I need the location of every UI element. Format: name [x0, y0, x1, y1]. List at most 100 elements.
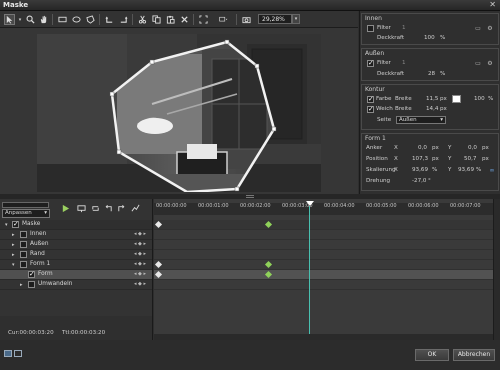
innen-deckkraft-value[interactable]: 100 [424, 35, 435, 41]
track-checkbox[interactable] [20, 231, 27, 238]
track-form-1[interactable]: ▾ Form 1 ◂ ◆ ▸ [0, 260, 152, 270]
monitor-icon[interactable] [76, 203, 87, 214]
keyframe-row[interactable] [154, 240, 493, 250]
keyframe-row[interactable] [154, 280, 493, 290]
link-icon[interactable]: ∞ [488, 167, 496, 174]
keyframe-row[interactable] [154, 250, 493, 260]
select-tool-icon[interactable] [4, 14, 15, 25]
track-checkbox[interactable]: ✓ [12, 221, 19, 228]
expand-icon[interactable]: ▸ [12, 232, 18, 238]
chevron-down-icon[interactable]: ▾ [17, 14, 23, 25]
time-ruler[interactable]: 00:00:00:00 00:00:01:00 00:00:02:00 00:0… [154, 203, 493, 215]
fit-icon[interactable] [198, 14, 209, 25]
camera-icon[interactable] [241, 14, 252, 25]
track-checkbox[interactable] [20, 251, 27, 258]
keyframe-marker[interactable] [154, 220, 163, 229]
cancel-button[interactable]: Abbrechen [453, 349, 495, 361]
fit-dropdown[interactable]: Anpassen ▾ [2, 209, 50, 218]
track-maske[interactable]: ▾ ✓ Maske [0, 220, 152, 230]
layout-icon[interactable] [14, 350, 22, 357]
skalierung-y-value[interactable]: 93,69 [458, 167, 474, 173]
track-umwandeln[interactable]: ▸ Umwandeln ◂ ◆ ▸ [0, 280, 152, 290]
settings-icon[interactable]: ⚙ [486, 25, 494, 32]
keyframe-marker[interactable] [264, 270, 273, 279]
zoom-icon[interactable] [25, 14, 36, 25]
keyframe-nav[interactable]: ◂ ◆ ▸ [134, 261, 146, 267]
undo-icon[interactable] [104, 14, 115, 25]
video-preview[interactable] [37, 34, 321, 192]
cut-icon[interactable] [137, 14, 148, 25]
track-checkbox[interactable]: ✓ [28, 271, 35, 278]
ellipse-icon[interactable] [71, 14, 82, 25]
play-icon[interactable] [60, 203, 71, 214]
keyframe-nav[interactable]: ◂ ◆ ▸ [134, 231, 146, 237]
timeline-keyframes[interactable]: 00:00:00:00 00:00:01:00 00:00:02:00 00:0… [154, 199, 493, 340]
farbe-checkbox[interactable]: ✓ [367, 96, 374, 103]
playhead-handle[interactable] [306, 201, 314, 206]
graph-icon[interactable] [130, 203, 141, 214]
polygon-icon[interactable] [85, 14, 96, 25]
anker-y-value[interactable]: 0,0 [468, 145, 477, 151]
ruler-tick: 00:00:07:00 [450, 203, 481, 209]
farbe-percent[interactable]: 100 [474, 96, 485, 102]
keyframe-marker[interactable] [264, 220, 273, 229]
innen-filter-checkbox[interactable] [367, 25, 374, 32]
weich-breite-value[interactable]: 14,4 [426, 106, 438, 112]
keyframe-nav[interactable]: ◂ ◆ ▸ [134, 281, 146, 287]
track-checkbox[interactable] [28, 281, 35, 288]
copy-icon[interactable] [151, 14, 162, 25]
aussen-filter-checkbox[interactable]: ✓ [367, 60, 374, 67]
keyframe-marker[interactable] [154, 260, 163, 269]
loop-icon[interactable] [90, 203, 101, 214]
zoom-level-field[interactable]: 29,28% [258, 14, 292, 24]
folder-icon[interactable]: ▭ [474, 60, 482, 67]
color-swatch[interactable] [452, 95, 461, 103]
keyframe-nav[interactable]: ◂ ◆ ▸ [134, 271, 146, 277]
farbe-breite-value[interactable]: 11,5 [426, 96, 438, 102]
zoom-dropdown-icon[interactable]: ▾ [292, 14, 300, 24]
track-checkbox[interactable] [20, 261, 27, 268]
ok-button[interactable]: OK [415, 349, 449, 361]
keyframe-row[interactable] [154, 260, 493, 270]
track-innen[interactable]: ▸ Innen ◂ ◆ ▸ [0, 230, 152, 240]
anker-x-value[interactable]: 0,0 [418, 145, 427, 151]
paste-icon[interactable] [165, 14, 176, 25]
keyframe-marker[interactable] [264, 260, 273, 269]
redo-icon[interactable] [116, 203, 127, 214]
delete-icon[interactable] [179, 14, 190, 25]
position-x-value[interactable]: 107,3 [412, 156, 428, 162]
keyframe-row[interactable] [154, 220, 493, 230]
track-rand[interactable]: ▸ Rand ◂ ◆ ▸ [0, 250, 152, 260]
keyframe-row[interactable] [154, 270, 493, 280]
time-scrollbar[interactable] [2, 202, 49, 208]
track-form[interactable]: ✓ Form ◂ ◆ ▸ [0, 270, 152, 280]
keyframe-marker[interactable] [154, 270, 163, 279]
expand-icon[interactable]: ▸ [12, 242, 18, 248]
close-icon[interactable]: ✕ [489, 0, 496, 9]
form-title: Form 1 [365, 135, 386, 142]
undo-icon[interactable] [103, 203, 114, 214]
hand-icon[interactable] [38, 14, 49, 25]
vertical-scrollbar[interactable] [493, 199, 500, 340]
keyframe-nav[interactable]: ◂ ◆ ▸ [134, 251, 146, 257]
aussen-deckkraft-value[interactable]: 28 [428, 71, 435, 77]
weich-checkbox[interactable]: ✓ [367, 106, 374, 113]
keyframe-row[interactable] [154, 230, 493, 240]
layout-icon[interactable] [4, 350, 12, 357]
seite-dropdown[interactable]: Außen ▾ [396, 116, 446, 124]
track-aussen[interactable]: ▸ Außen ◂ ◆ ▸ [0, 240, 152, 250]
position-y-value[interactable]: 50,7 [464, 156, 476, 162]
folder-icon[interactable]: ▭ [474, 25, 482, 32]
expand-icon[interactable]: ▾ [5, 222, 11, 228]
expand-icon[interactable]: ▸ [20, 282, 26, 288]
display-icon[interactable] [216, 14, 230, 25]
drehung-value[interactable]: -27,0 [412, 178, 426, 184]
keyframe-nav[interactable]: ◂ ◆ ▸ [134, 241, 146, 247]
rectangle-icon[interactable] [57, 14, 68, 25]
skalierung-x-value[interactable]: 93,69 [412, 167, 428, 173]
track-checkbox[interactable] [20, 241, 27, 248]
expand-icon[interactable]: ▾ [12, 262, 18, 268]
expand-icon[interactable]: ▸ [12, 252, 18, 258]
settings-icon[interactable]: ⚙ [486, 60, 494, 67]
redo-icon[interactable] [118, 14, 129, 25]
